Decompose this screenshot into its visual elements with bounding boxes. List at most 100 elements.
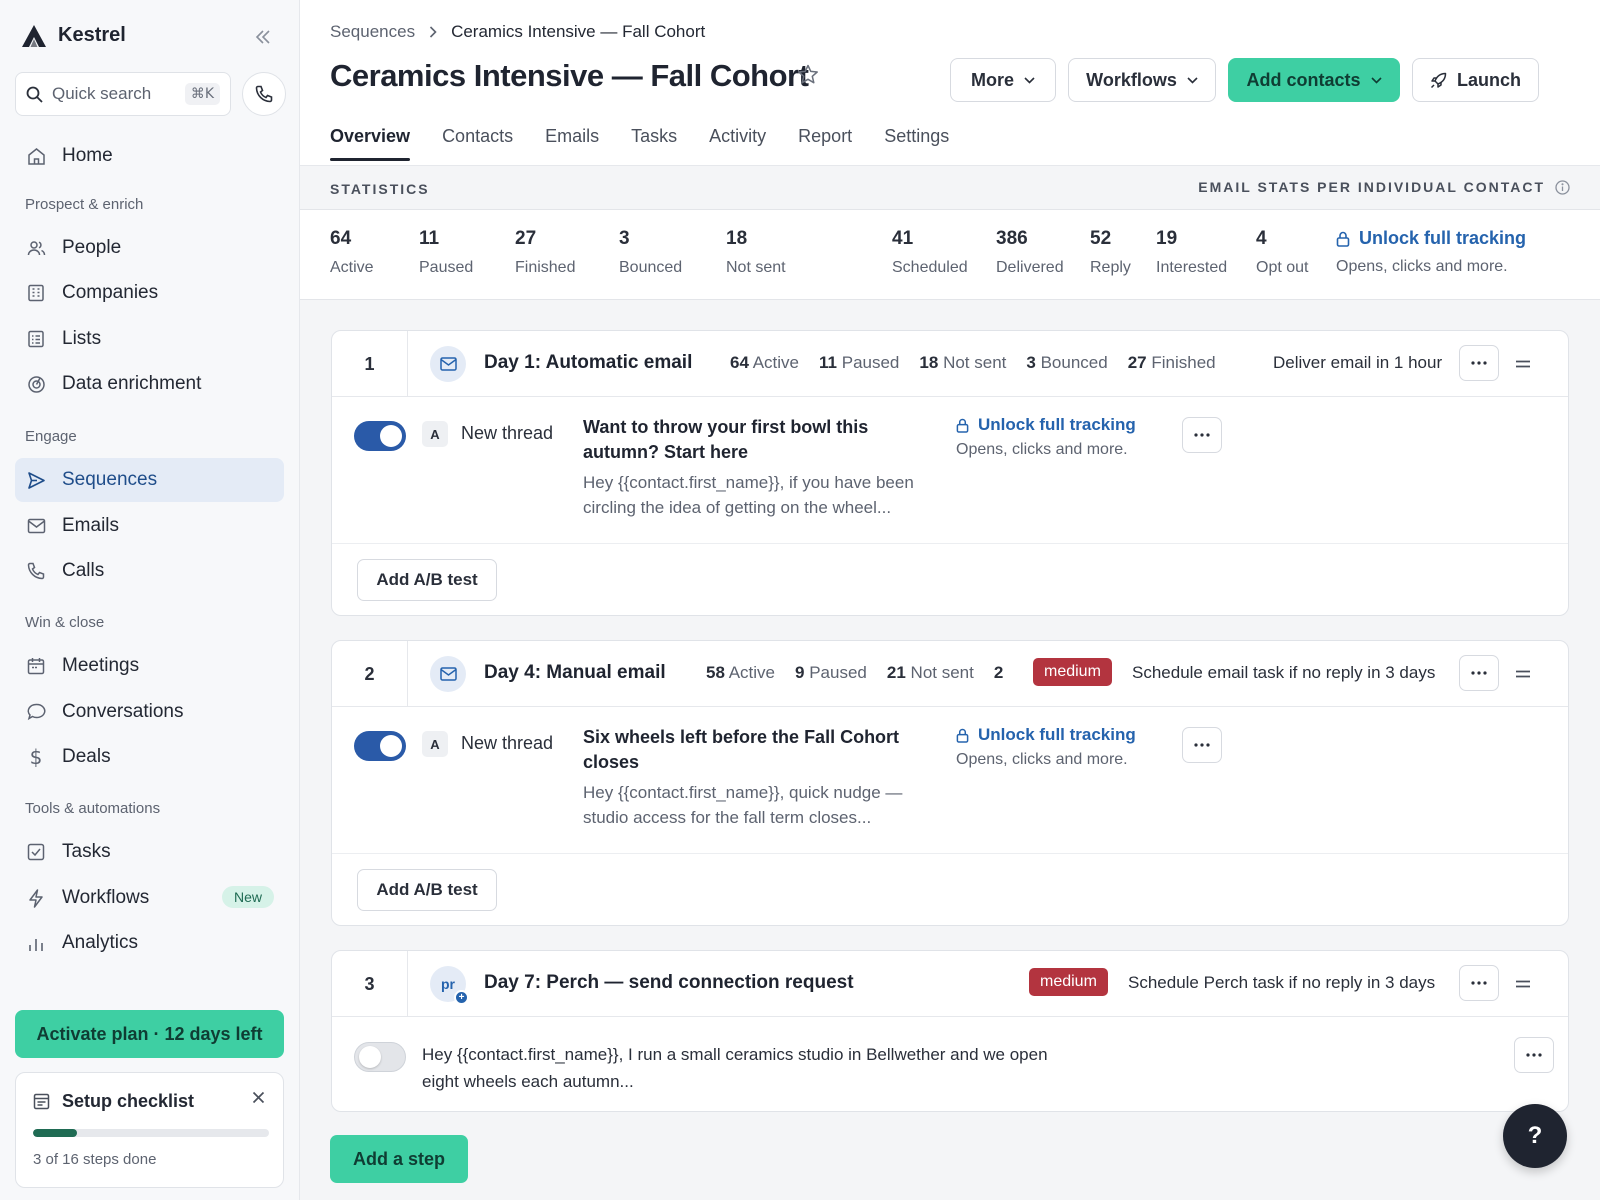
quick-search[interactable]: Quick search ⌘K [15, 72, 231, 116]
more-button[interactable]: More [950, 58, 1056, 102]
stats-unlock-tracking[interactable]: Unlock full tracking Opens, clicks and m… [1336, 228, 1526, 276]
unlock-tracking-link[interactable]: Unlock full tracking [956, 415, 1136, 435]
stat-finished: 27 Finished [515, 228, 575, 277]
tab-overview[interactable]: Overview [330, 126, 411, 161]
page-title: Ceramics Intensive — Fall Cohort [330, 58, 809, 93]
search-placeholder: Quick search [52, 84, 152, 103]
sidebar-item-analytics[interactable]: Analytics [15, 921, 284, 965]
stat-value: 52 [1090, 228, 1112, 249]
tab-emails[interactable]: Emails [545, 126, 599, 161]
step-number: 1 [332, 331, 408, 397]
stat-value: 41 [892, 228, 914, 249]
sidebar-item-meetings[interactable]: Meetings [15, 644, 284, 688]
unlock-tracking-label: Unlock full tracking [978, 415, 1136, 434]
sidebar-item-workflows[interactable]: Workflows New [15, 876, 284, 920]
stat-label: Bounced [619, 259, 683, 276]
card-divider [332, 543, 1568, 544]
info-icon[interactable] [1555, 179, 1570, 195]
add-ab-test-button[interactable]: Add A/B test [357, 559, 497, 601]
stat-value: 27 [515, 228, 537, 249]
activate-plan-button[interactable]: Activate plan · 12 days left [15, 1010, 284, 1058]
unlock-tracking-label: Unlock full tracking [978, 725, 1136, 744]
unlock-tracking-sub: Opens, clicks and more. [1336, 258, 1508, 275]
statistics-label: STATISTICS [330, 181, 430, 197]
variant-more-button[interactable] [1182, 727, 1222, 763]
email-subject[interactable]: Want to throw your first bowl this autum… [583, 415, 943, 465]
sidebar-item-calls[interactable]: Calls [15, 549, 284, 593]
step-title[interactable]: Day 1: Automatic email [484, 352, 692, 374]
add-ab-test-button[interactable]: Add A/B test [357, 869, 497, 911]
sidebar-item-label: Meetings [62, 655, 140, 676]
workflows-button[interactable]: Workflows [1068, 58, 1216, 102]
stat-label: Paused [419, 259, 474, 276]
sidebar-item-sequences[interactable]: Sequences [15, 458, 284, 502]
message-more-button[interactable] [1514, 1037, 1554, 1073]
tab-contacts[interactable]: Contacts [442, 126, 513, 161]
step-enabled-toggle[interactable] [354, 421, 406, 451]
step-more-button[interactable] [1459, 965, 1499, 1001]
help-button[interactable]: ? [1503, 1104, 1567, 1168]
stat-value: 3 [619, 228, 630, 249]
star-icon[interactable] [797, 64, 819, 85]
section-win-close: Win & close [25, 614, 105, 631]
people-icon [26, 238, 46, 258]
unlock-tracking-sub: Opens, clicks and more. [956, 441, 1128, 458]
sidebar-item-label: Lists [62, 328, 102, 349]
collapse-sidebar-icon[interactable] [252, 26, 274, 48]
phone-button[interactable] [242, 72, 286, 116]
tab-settings[interactable]: Settings [884, 126, 949, 161]
breadcrumb-parent[interactable]: Sequences [330, 22, 415, 42]
step-title[interactable]: Day 4: Manual email [484, 662, 666, 684]
drag-handle-icon[interactable] [1513, 354, 1533, 374]
add-contacts-button[interactable]: Add contacts [1228, 58, 1400, 102]
step-header: 2 Day 4: Manual email 58 Active 9 Paused… [332, 641, 1568, 707]
stat-label: Finished [515, 259, 576, 276]
chevron-right-icon [429, 26, 437, 38]
brand[interactable]: Kestrel [22, 24, 126, 47]
sidebar-item-companies[interactable]: Companies [15, 271, 284, 315]
close-icon[interactable] [252, 1091, 265, 1104]
setup-checklist[interactable]: Setup checklist 3 of 16 steps done [15, 1072, 284, 1188]
tab-tasks[interactable]: Tasks [631, 126, 677, 161]
step-title[interactable]: Day 7: Perch — send connection request [484, 972, 854, 994]
add-step-button[interactable]: Add a step [330, 1135, 468, 1183]
stat-value: 11 [419, 228, 440, 249]
launch-button[interactable]: Launch [1412, 58, 1539, 102]
main-content: Sequences Ceramics Intensive — Fall Coho… [300, 0, 1600, 1200]
sidebar-item-data-enrichment[interactable]: Data enrichment [15, 362, 284, 406]
step-number: 2 [332, 641, 408, 707]
step-unlock-tracking[interactable]: Unlock full tracking Opens, clicks and m… [956, 725, 1136, 769]
variant-label: A [422, 421, 448, 447]
sidebar-item-deals[interactable]: $ Deals [15, 735, 284, 779]
email-subject[interactable]: Six wheels left before the Fall Cohort c… [583, 725, 943, 775]
drag-handle-icon[interactable] [1513, 664, 1533, 684]
sidebar-item-emails[interactable]: Emails [15, 504, 284, 548]
stat-delivered: 386 Delivered [996, 228, 1064, 277]
chevron-down-icon [1024, 76, 1035, 84]
unlock-tracking-link[interactable]: Unlock full tracking [956, 725, 1136, 745]
sidebar-item-people[interactable]: People [15, 226, 284, 270]
more-horizontal-icon [1526, 1053, 1542, 1057]
sidebar-item-conversations[interactable]: Conversations [15, 690, 284, 734]
sidebar-item-home[interactable]: Home [15, 134, 284, 178]
phone-icon [255, 85, 273, 103]
mail-icon [430, 346, 466, 382]
checklist-title: Setup checklist [62, 1091, 195, 1111]
step-unlock-tracking[interactable]: Unlock full tracking Opens, clicks and m… [956, 415, 1136, 459]
step-enabled-toggle[interactable] [354, 731, 406, 761]
unlock-tracking-link[interactable]: Unlock full tracking [1336, 228, 1526, 249]
tab-activity[interactable]: Activity [709, 126, 766, 161]
unlock-tracking-label: Unlock full tracking [1359, 228, 1527, 248]
step-more-button[interactable] [1459, 345, 1499, 381]
step-stat: 11 Paused [819, 353, 900, 372]
tab-report[interactable]: Report [798, 126, 852, 161]
step-enabled-toggle[interactable] [354, 1042, 406, 1072]
sidebar-item-lists[interactable]: Lists [15, 317, 284, 361]
phone-icon [26, 561, 46, 581]
sidebar-item-label: Data enrichment [62, 373, 202, 394]
step-more-button[interactable] [1459, 655, 1499, 691]
email-preview: Hey {{contact.first_name}}, quick nudge … [583, 783, 903, 827]
sidebar-item-tasks[interactable]: Tasks [15, 830, 284, 874]
drag-handle-icon[interactable] [1513, 974, 1533, 994]
variant-more-button[interactable] [1182, 417, 1222, 453]
